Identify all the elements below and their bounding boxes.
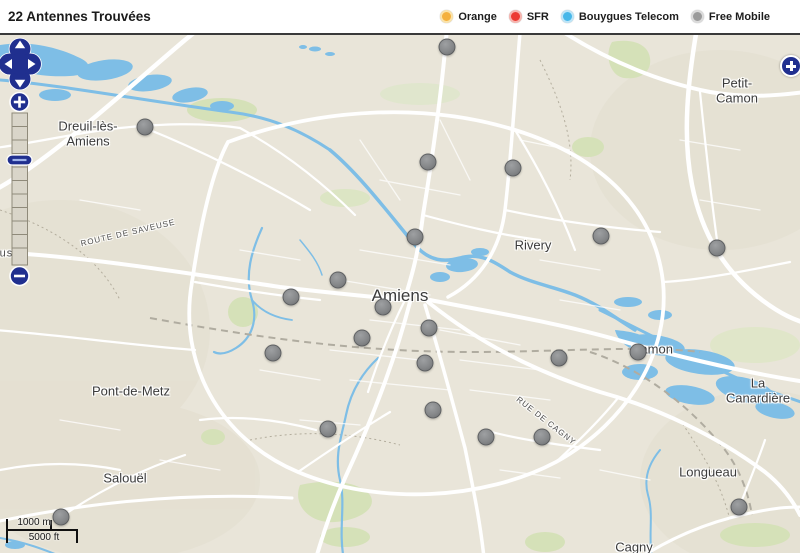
operator-color-icon (440, 10, 453, 23)
antenna-marker[interactable] (53, 509, 70, 526)
antenna-marker[interactable] (354, 330, 371, 347)
legend-label: SFR (527, 11, 549, 23)
legend-item-sfr[interactable]: SFR (509, 10, 549, 23)
zoom-out-button[interactable] (10, 267, 29, 286)
operator-color-icon (509, 10, 522, 23)
antenna-marker[interactable] (593, 228, 610, 245)
zoom-in-button[interactable] (10, 93, 29, 112)
antenna-marker[interactable] (407, 229, 424, 246)
zoom-slider-track[interactable] (12, 113, 28, 265)
pan-control[interactable] (0, 39, 41, 90)
antenna-marker[interactable] (709, 240, 726, 257)
results-count-title: 22 Antennes Trouvées (8, 9, 151, 24)
antenna-marker[interactable] (420, 154, 437, 171)
legend-item-free-mobile[interactable]: Free Mobile (691, 10, 770, 23)
antenna-marker[interactable] (137, 119, 154, 136)
antenna-marker[interactable] (375, 299, 392, 316)
antenna-marker[interactable] (417, 355, 434, 372)
legend-item-orange[interactable]: Orange (440, 10, 497, 23)
antenna-marker[interactable] (330, 272, 347, 289)
map-canvas[interactable] (0, 35, 800, 553)
legend-label: Orange (458, 11, 497, 23)
antenna-marker[interactable] (551, 350, 568, 367)
antenna-marker[interactable] (320, 421, 337, 438)
zoom-in-button-right[interactable] (780, 55, 800, 77)
legend-label: Free Mobile (709, 11, 770, 23)
map-zoom-pan-control (0, 35, 42, 290)
antenna-marker[interactable] (731, 499, 748, 516)
antenna-marker[interactable] (283, 289, 300, 306)
antenna-marker[interactable] (439, 39, 456, 56)
antenna-marker[interactable] (478, 429, 495, 446)
header-bar: 22 Antennes Trouvées Orange SFR Bouygues T… (0, 0, 800, 33)
antenna-finder-app: 22 Antennes Trouvées Orange SFR Bouygues T… (0, 0, 800, 555)
legend: Orange SFR Bouygues Telecom Free Mobile (440, 10, 770, 23)
legend-label: Bouygues Telecom (579, 11, 679, 23)
operator-color-icon (561, 10, 574, 23)
legend-item-bouygues-telecom[interactable]: Bouygues Telecom (561, 10, 679, 23)
antenna-marker[interactable] (421, 320, 438, 337)
antenna-marker[interactable] (265, 345, 282, 362)
operator-color-icon (691, 10, 704, 23)
antenna-marker[interactable] (534, 429, 551, 446)
antenna-marker[interactable] (425, 402, 442, 419)
zoom-slider-handle[interactable] (7, 155, 32, 165)
antenna-marker[interactable] (630, 344, 647, 361)
map-container: 1000 m 5000 ft Dreuil-lès- AmiensPetit-C… (0, 33, 800, 553)
antenna-marker[interactable] (505, 160, 522, 177)
